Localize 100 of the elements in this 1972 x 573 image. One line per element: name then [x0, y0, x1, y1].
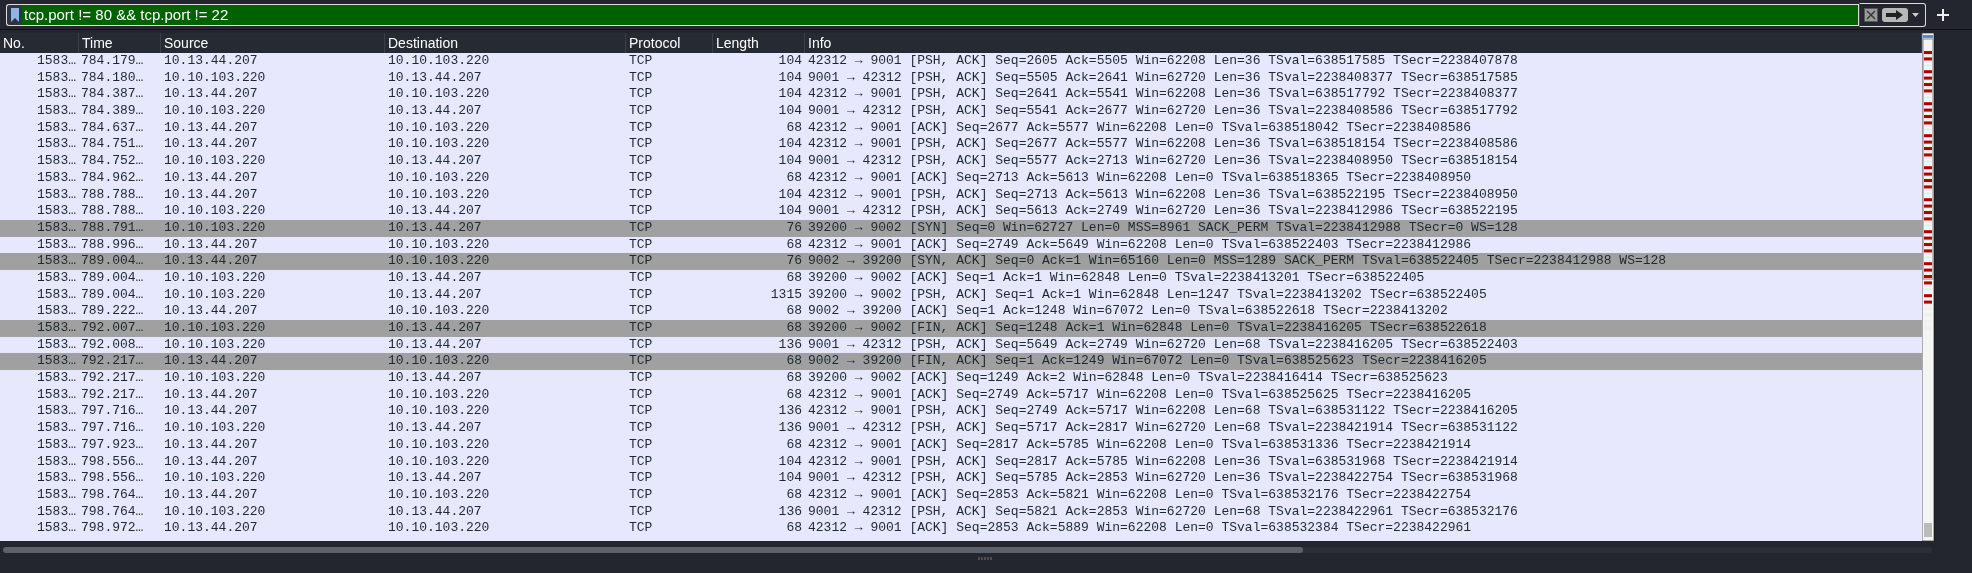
table-cell-text: 798.764… [80, 503, 145, 521]
table-cell-text: TCP [628, 403, 654, 421]
table-cell-text: 39200 → 9002 [ACK] Seq=1 Ack=1 Win=62848 Len=0 TSval=2238413201 TSecr=638522405 [807, 269, 1426, 287]
table-cell-text: 10.13.44.207 [387, 219, 483, 237]
table-cell-text: 1583… [36, 136, 77, 154]
table-cell-text: TCP [628, 370, 654, 387]
table-cell-text: 10.10.103.220 [387, 236, 491, 254]
table-cell-text: 10.13.44.207 [163, 236, 259, 254]
table-cell-text: 104 [777, 103, 803, 120]
table-cell-text: 10.13.44.207 [163, 453, 259, 471]
table-cell-text: 1583… [36, 453, 77, 471]
table-cell-text: 10.10.103.220 [163, 370, 267, 387]
table-cell-text: 797.923… [80, 436, 145, 454]
table-cell-text: 10.13.44.207 [387, 336, 483, 354]
add-button[interactable] [1936, 7, 1950, 22]
table-cell-text: 1583… [36, 153, 77, 170]
grip-icon[interactable] [978, 557, 994, 560]
table-cell-text: 1583… [36, 520, 77, 537]
table-cell-text: 10.13.44.207 [163, 86, 259, 104]
table-cell-text: 792.217… [80, 353, 145, 371]
table-cell-text: 1583… [36, 286, 77, 304]
table-cell-text: 1583… [36, 486, 77, 504]
table-cell-text: 104 [777, 203, 803, 220]
table-cell-text: 788.788… [80, 203, 145, 220]
table-cell-text: 42312 → 9001 [PSH, ACK] Seq=2641 Ack=5541 Win=62208 Len=36 TSval=638517792 TSecr=2238408377 [807, 86, 1519, 104]
table-cell-text: 10.13.44.207 [163, 169, 259, 187]
table-cell-text: TCP [628, 336, 654, 354]
table-cell-text: 10.13.44.207 [163, 303, 259, 320]
table-cell-text: 76 [785, 253, 803, 270]
table-cell-text: 10.10.103.220 [163, 286, 267, 304]
table-cell-text: 9002 → 39200 [FIN, ACK] Seq=1 Ack=1249 Win=67072 Len=0 TSval=638525623 TSecr=2238416205 [807, 353, 1488, 371]
table-cell-text: 788.996… [80, 236, 145, 254]
table-cell-text: 788.788… [80, 186, 145, 204]
table-cell-text: 10.10.103.220 [387, 253, 491, 270]
table-cell-text: 1583… [36, 103, 77, 120]
table-cell-text: 104 [777, 453, 803, 471]
close-icon [1864, 7, 1878, 22]
table-cell-text: 10.13.44.207 [387, 69, 483, 87]
table-cell-text: 104 [777, 153, 803, 170]
table-cell-text: 10.13.44.207 [163, 353, 259, 371]
table-cell-text: 1583… [36, 69, 77, 87]
table-cell-text: TCP [628, 186, 654, 204]
table-cell-text: 10.10.103.220 [163, 336, 267, 354]
table-cell-text: 104 [777, 86, 803, 104]
table-cell-text: 788.791… [80, 219, 145, 237]
table-cell-text: 10.10.103.220 [163, 470, 267, 487]
table-cell-text: TCP [628, 353, 654, 371]
table-cell-text: 104 [777, 136, 803, 154]
table-cell-text: TCP [628, 219, 654, 237]
table-cell-text: 136 [777, 336, 803, 354]
caret-icon [1912, 12, 1919, 17]
table-cell-text: 10.13.44.207 [387, 370, 483, 387]
table-cell-text: TCP [628, 486, 654, 504]
table-cell-text: 39200 → 9002 [FIN, ACK] Seq=1248 Ack=1 Win=62848 Len=0 TSval=2238416205 TSecr=638522618 [807, 320, 1488, 337]
table-cell-text: 789.004… [80, 286, 145, 304]
table-cell-text: 1583… [36, 436, 77, 454]
table-cell-text: 784.179… [80, 53, 145, 70]
table-cell-text: 10.10.103.220 [387, 436, 491, 454]
table-cell-text: 10.10.103.220 [163, 320, 267, 337]
table-cell-text: 68 [785, 169, 803, 187]
dropdown-button[interactable] [1912, 12, 1919, 17]
table-cell-text: 784.637… [80, 119, 145, 137]
table-cell-text: 9001 → 42312 [PSH, ACK] Seq=5785 Ack=2853 Win=62720 Len=36 TSval=2238422754 TSecr=638531968 [807, 470, 1519, 487]
table-cell-text: 42312 → 9001 [ACK] Seq=2853 Ack=5821 Win=62208 Len=0 TSval=638532176 TSecr=2238422754 [807, 486, 1473, 504]
table-cell-text: TCP [628, 169, 654, 187]
table-cell-text: 10.10.103.220 [387, 303, 491, 320]
table-cell-text: 798.556… [80, 453, 145, 471]
table-cell-text: 104 [777, 470, 803, 487]
table-cell-text: 10.10.103.220 [163, 103, 267, 120]
table-cell-text: 1583… [36, 186, 77, 204]
packet-row[interactable]: 1583… 792.217… 10.13.44.207 10.10.103.220 TCP 68 9002 → 39200 [FIN, ACK] Seq=1 Ack=1249 Win=67072 Len=0 TSval=638525623 TSecr=2238416205 [0, 353, 1922, 371]
table-cell-text: 1583… [36, 119, 77, 137]
table-cell-text: 789.004… [80, 253, 145, 270]
table-cell-text: 798.764… [80, 486, 145, 504]
table-cell-text: 10.13.44.207 [387, 470, 483, 487]
horizontal-scrollbar[interactable] [3, 547, 1932, 553]
table-cell-text: 10.13.44.207 [163, 520, 259, 537]
table-cell-text: 10.13.44.207 [163, 386, 259, 404]
clear-button[interactable] [1864, 7, 1878, 22]
table-cell-text: TCP [628, 453, 654, 471]
table-cell-text: TCP [628, 86, 654, 104]
table-cell-text: 42312 → 9001 [PSH, ACK] Seq=2713 Ack=5613 Win=62208 Len=36 TSval=638522195 TSecr=2238408950 [807, 186, 1519, 204]
scrollbar-minimap[interactable] [1922, 33, 1934, 541]
table-cell-text: 68 [785, 119, 803, 137]
table-cell-text: 10.10.103.220 [387, 136, 491, 154]
table-cell-text: 10.10.103.220 [387, 386, 491, 404]
table-cell-text: TCP [628, 286, 654, 304]
table-cell-text: 10.10.103.220 [163, 503, 267, 521]
table-cell-text: 10.13.44.207 [387, 420, 483, 437]
table-cell-text: 68 [785, 320, 803, 337]
packet-row[interactable]: 1583… 789.004… 10.13.44.207 10.10.103.220 TCP 76 9002 → 39200 [SYN, ACK] Seq=0 Ack=1 Win=65160 Len=0 MSS=1289 SACK_PERM TSval=638522405 TSecr=2238412988 WS=128 [0, 253, 1922, 270]
table-cell-text: 1583… [36, 503, 77, 521]
packet-row[interactable]: 1583… 792.007… 10.10.103.220 10.13.44.207 TCP 68 39200 → 9002 [FIN, ACK] Seq=1248 Ack=1 Win=62848 Len=0 TSval=2238416205 TSecr=638522618 [0, 320, 1922, 337]
apply-button[interactable] [1882, 7, 1908, 22]
table-cell-text: 42312 → 9001 [ACK] Seq=2817 Ack=5785 Win=62208 Len=0 TSval=638531336 TSecr=2238421914 [807, 436, 1473, 454]
table-cell-text: 10.10.103.220 [163, 420, 267, 437]
table-cell-text: 10.13.44.207 [387, 103, 483, 120]
table-cell-text: TCP [628, 253, 654, 270]
table-cell-text: 42312 → 9001 [PSH, ACK] Seq=2677 Ack=5577 Win=62208 Len=36 TSval=638518154 TSecr=2238408586 [807, 136, 1519, 154]
table-cell-text: 1583… [36, 253, 77, 270]
